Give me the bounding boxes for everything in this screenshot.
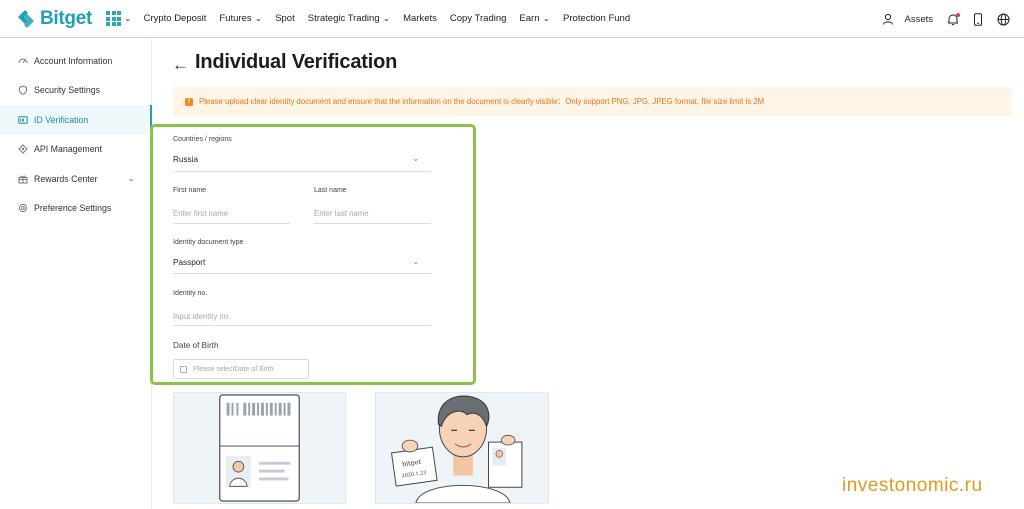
chevron-down-icon[interactable]: ⌄ — [412, 256, 420, 267]
doc-type-select[interactable]: Passport — [173, 258, 205, 267]
upload-notice: ! Please upload clear identity document … — [173, 87, 1012, 116]
selfie-illustration: bitget 2020.1.23 — [390, 395, 523, 504]
nav-item-label: Protection Fund — [563, 13, 631, 24]
notice-text: Please upload clear identity document an… — [199, 97, 765, 106]
first-name-label: First name — [173, 187, 207, 194]
calendar-icon — [180, 365, 187, 373]
sidebar-item-label: Rewards Center — [34, 173, 98, 184]
notifications-button[interactable] — [947, 12, 960, 26]
top-navigation: Bitget ⌄ Crypto Deposit Futures ⌄ Spot Strat… — [0, 0, 1024, 38]
chevron-down-icon[interactable]: ⌄ — [127, 173, 135, 184]
assets-link[interactable]: Assets — [904, 14, 933, 25]
sidebar-item-id-verification[interactable]: ID Verification — [0, 105, 152, 135]
passport-sample-image — [173, 392, 346, 504]
chevron-down-icon: ⌄ — [124, 13, 132, 23]
last-name-input[interactable]: Enter last name — [314, 209, 369, 218]
bitget-logo[interactable]: Bitget — [15, 8, 92, 30]
dob-label: Date of Birth — [173, 341, 219, 350]
grid-icon — [106, 11, 122, 26]
last-name-underline — [314, 223, 431, 224]
doc-type-label: Identity document type — [173, 239, 244, 246]
nav-item-label: Copy Trading — [449, 13, 507, 24]
bitget-logo-icon — [18, 9, 34, 28]
chevron-down-icon: ⌄ — [542, 13, 551, 23]
nav-item-label: Spot — [275, 13, 295, 24]
country-select[interactable]: Russia — [173, 155, 198, 164]
chevron-down-icon: ⌄ — [382, 13, 391, 23]
warning-icon: ! — [185, 97, 193, 106]
id-number-input[interactable]: Input identity no. — [173, 312, 230, 321]
notification-dot — [956, 12, 960, 17]
nav-item-label: Strategic Trading — [307, 13, 380, 24]
header-tools: Assets — [868, 0, 1010, 38]
chevron-down-icon[interactable]: ⌄ — [412, 153, 420, 164]
nav-item-label: Earn — [519, 13, 540, 24]
gift-icon — [18, 174, 28, 184]
passport-illustration — [219, 394, 300, 502]
brand-name: Bitget — [40, 7, 93, 29]
nav-item-label: Futures — [219, 13, 252, 24]
nav-item-protection-fund[interactable]: Protection Fund — [563, 13, 630, 24]
shield-icon — [18, 85, 28, 96]
nav-item-spot[interactable]: Spot — [275, 13, 295, 24]
sidebar-item-preference-settings[interactable]: Preference Settings — [0, 194, 151, 224]
country-label: Countries / regions — [173, 136, 232, 143]
sidebar-item-label: API Management — [34, 144, 102, 155]
nav-item-label: Crypto Deposit — [143, 13, 207, 24]
id-number-label: Identity no. — [173, 290, 208, 297]
first-name-input[interactable]: Enter first name — [173, 209, 228, 218]
user-button[interactable] — [882, 13, 894, 25]
sidebar-item-label: Security Settings — [34, 85, 101, 96]
globe-icon — [997, 13, 1010, 25]
watermark-text: investonomic.ru — [842, 475, 983, 496]
language-button[interactable] — [997, 13, 1010, 26]
verification-form: Countries / regions Russia ⌄ First name … — [150, 124, 476, 385]
api-icon — [18, 144, 28, 154]
speedometer-icon — [18, 56, 28, 66]
page-title: Individual Verification — [195, 51, 398, 73]
back-arrow-icon[interactable]: ← — [172, 55, 189, 75]
chevron-down-icon: ⌄ — [254, 13, 263, 23]
mobile-app-button[interactable] — [973, 12, 983, 26]
account-sidebar: Account Information Security Settings ID V… — [0, 39, 152, 509]
doc-type-underline — [173, 273, 431, 274]
selfie-sample-image: bitget 2020.1.23 — [375, 392, 549, 504]
country-underline — [173, 171, 431, 172]
sidebar-item-security-settings[interactable]: Security Settings — [0, 76, 151, 106]
nav-item-copy-trading[interactable]: Copy Trading — [450, 13, 507, 24]
gear-icon — [18, 203, 28, 213]
last-name-label: Last name — [314, 187, 347, 194]
nav-item-futures[interactable]: Futures ⌄ — [219, 13, 262, 24]
phone-icon — [974, 12, 982, 26]
nav-item-strategic-trading[interactable]: Strategic Trading ⌄ — [308, 13, 390, 24]
sidebar-item-label: Preference Settings — [34, 203, 112, 214]
nav-item-earn[interactable]: Earn ⌄ — [519, 13, 550, 24]
nav-item-label: Markets — [403, 13, 437, 24]
dob-placeholder: Please selectDate of Birth — [193, 365, 274, 373]
user-icon — [883, 13, 894, 25]
id-card-icon — [18, 115, 28, 125]
sidebar-item-account-information[interactable]: Account Information — [0, 46, 151, 76]
first-name-underline — [173, 223, 290, 224]
id-number-underline — [173, 325, 431, 326]
apps-menu-button[interactable]: ⌄ — [106, 11, 132, 26]
sidebar-item-label: Account Information — [34, 55, 113, 66]
sidebar-item-rewards-center[interactable]: Rewards Center ⌄ — [0, 164, 151, 194]
nav-item-crypto-deposit[interactable]: Crypto Deposit — [144, 13, 207, 24]
dob-picker[interactable]: Please selectDate of Birth — [173, 359, 309, 379]
sidebar-item-label: ID Verification — [34, 114, 89, 125]
main-menu: Crypto Deposit Futures ⌄ Spot Strategic Trad… — [144, 13, 644, 24]
sidebar-item-api-management[interactable]: API Management — [0, 135, 151, 165]
nav-item-markets[interactable]: Markets — [403, 13, 437, 24]
